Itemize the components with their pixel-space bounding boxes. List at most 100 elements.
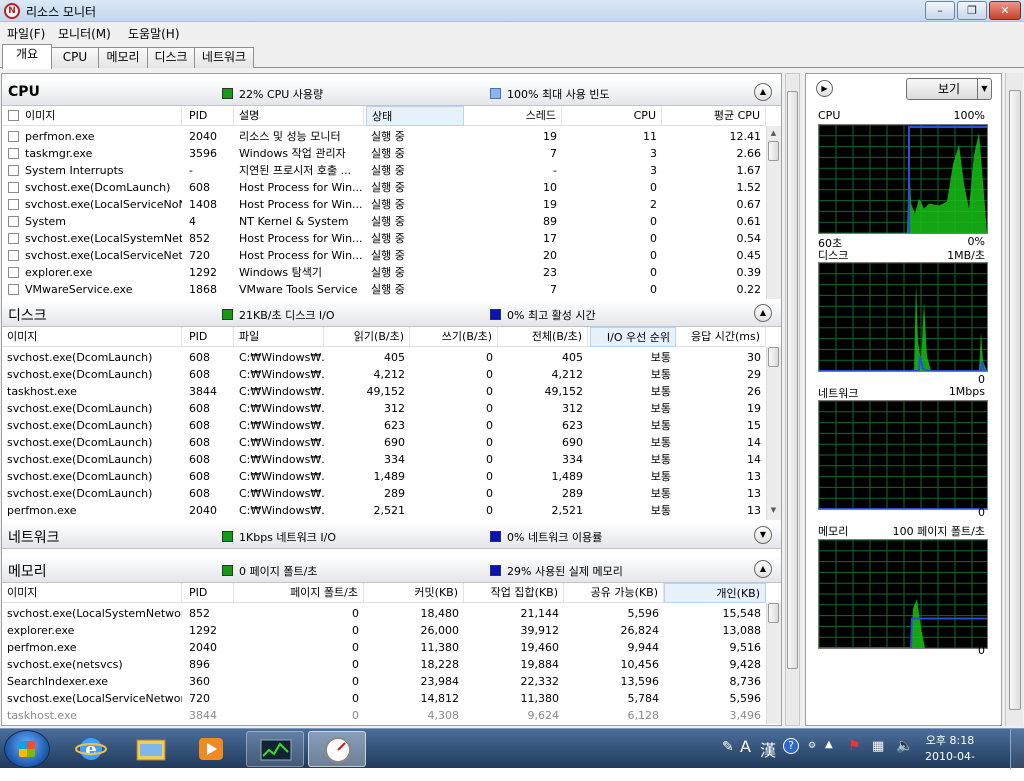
- taskbar-resource-monitor-icon[interactable]: [308, 731, 366, 767]
- tab-cpu[interactable]: CPU: [51, 47, 99, 68]
- cpu-col-pid[interactable]: PID: [184, 106, 234, 126]
- disk-collapse-chevron-up-icon[interactable]: ▲: [754, 304, 772, 322]
- disk-col-response-time[interactable]: 응답 시간(ms): [676, 327, 766, 347]
- memory-table-row[interactable]: SearchIndexer.exe 360 0 23,984 22,332 13,596 8…: [2, 673, 766, 690]
- cpu-table-row[interactable]: System 4 NT Kernel & System 실행 중 89 0 0.61: [2, 213, 766, 230]
- disk-col-write[interactable]: 쓰기(B/초): [410, 327, 498, 347]
- title-bar[interactable]: N 리소스 모니터 – ❐ ✕: [0, 0, 1024, 22]
- tab-overview[interactable]: 개요: [2, 44, 52, 69]
- cpu-col-threads[interactable]: 스레드: [464, 106, 562, 126]
- taskbar-explorer-folder-icon[interactable]: [122, 731, 180, 767]
- disk-table-row[interactable]: svchost.exe(DcomLaunch) 608 C:₩Windows₩...…: [2, 417, 766, 434]
- row-checkbox[interactable]: [8, 284, 19, 295]
- cpu-table-row[interactable]: svchost.exe(LocalServiceNetw... 720 Host P…: [2, 247, 766, 264]
- tab-disk[interactable]: 디스크: [147, 47, 195, 68]
- disk-table-row[interactable]: perfmon.exe 2040 C:₩Windows₩... 2,521 0 2,521…: [2, 502, 766, 519]
- volume-icon[interactable]: 🔈: [896, 738, 913, 754]
- cpu-table-row[interactable]: svchost.exe(LocalServiceNoN... 1408 Host P…: [2, 196, 766, 213]
- disk-col-io-priority[interactable]: I/O 우선 순위: [590, 327, 676, 347]
- disk-table-row[interactable]: svchost.exe(DcomLaunch) 608 C:₩Windows₩...…: [2, 451, 766, 468]
- taskbar-task-manager-icon[interactable]: [246, 731, 304, 767]
- cpu-scrollbar[interactable]: ▲: [766, 126, 781, 299]
- disk-scrollbar[interactable]: ▲ ▼: [766, 347, 781, 520]
- menu-file[interactable]: 파일(F): [7, 25, 45, 42]
- ime-options-icon[interactable]: ⚙: [808, 741, 816, 751]
- memory-table-row[interactable]: explorer.exe 1292 0 26,000 39,912 26,824 13,08…: [2, 622, 766, 639]
- memory-scrollbar[interactable]: ▲: [766, 603, 781, 724]
- memory-table-row[interactable]: taskhost.exe 3844 0 4,308 9,624 6,128 3,496: [2, 707, 766, 724]
- overview-scroll-thumb[interactable]: [787, 91, 798, 669]
- help-icon[interactable]: ?: [783, 738, 799, 754]
- network-status-icon[interactable]: ▦: [872, 739, 884, 754]
- cpu-col-cpu[interactable]: CPU: [562, 106, 662, 126]
- cpu-table-row[interactable]: svchost.exe(DcomLaunch) 608 Host Process f…: [2, 179, 766, 196]
- disk-col-total[interactable]: 전체(B/초): [498, 327, 588, 347]
- cpu-section-header[interactable]: CPU 22% CPU 사용량 100% 최대 사용 빈도 ▲: [2, 79, 781, 106]
- memory-col-pid[interactable]: PID: [184, 583, 234, 603]
- row-checkbox[interactable]: [8, 233, 19, 244]
- cpu-scroll-thumb[interactable]: [768, 141, 779, 161]
- overview-scrollbar[interactable]: [785, 73, 800, 726]
- network-expand-chevron-down-icon[interactable]: ▼: [754, 526, 772, 544]
- row-checkbox[interactable]: [8, 131, 19, 142]
- row-checkbox[interactable]: [8, 267, 19, 278]
- row-checkbox[interactable]: [8, 199, 19, 210]
- ime-hanja-icon[interactable]: 漢: [760, 737, 776, 761]
- cpu-col-avg-cpu[interactable]: 평균 CPU: [662, 106, 766, 126]
- cpu-table-row[interactable]: System Interrupts - 지연된 프로시저 호출 ... 실행 중 - 3 1…: [2, 162, 766, 179]
- disk-table-row[interactable]: taskhost.exe 3844 C:₩Windows₩... 49,152 0 49,…: [2, 383, 766, 400]
- menu-monitor[interactable]: 모니터(M): [58, 25, 111, 42]
- memory-collapse-chevron-up-icon[interactable]: ▲: [754, 560, 772, 578]
- memory-table-row[interactable]: svchost.exe(LocalSystemNetwork... 852 0 18,…: [2, 605, 766, 622]
- network-section-header[interactable]: 네트워크 1Kbps 네트워크 I/O 0% 네트워크 이용률 ▼: [2, 522, 781, 549]
- memory-col-hard-faults[interactable]: 페이지 폴트/초: [234, 583, 364, 603]
- disk-table-row[interactable]: svchost.exe(DcomLaunch) 608 C:₩Windows₩...…: [2, 349, 766, 366]
- show-hidden-icons-icon[interactable]: ▲: [825, 739, 833, 750]
- view-button[interactable]: 보기 ▼: [906, 78, 992, 100]
- disk-col-pid[interactable]: PID: [184, 327, 234, 347]
- menu-help[interactable]: 도움말(H): [128, 25, 180, 42]
- disk-col-image[interactable]: 이미지: [2, 327, 182, 347]
- cpu-col-description[interactable]: 설명: [234, 106, 364, 126]
- cpu-table-row[interactable]: taskmgr.exe 3596 Windows 작업 관리자 실행 중 7 3 2.66: [2, 145, 766, 162]
- maximize-button[interactable]: ❐: [957, 1, 987, 20]
- action-center-flag-icon[interactable]: ⚑: [848, 738, 861, 754]
- scroll-up-arrow-icon[interactable]: ▲: [767, 126, 780, 141]
- taskbar-internet-explorer-icon[interactable]: e: [62, 731, 120, 767]
- memory-table-row[interactable]: svchost.exe(netsvcs) 896 0 18,228 19,884 10,4…: [2, 656, 766, 673]
- tab-network[interactable]: 네트워크: [194, 47, 254, 68]
- disk-table-row[interactable]: svchost.exe(DcomLaunch) 608 C:₩Windows₩...…: [2, 434, 766, 451]
- close-button[interactable]: ✕: [989, 1, 1021, 20]
- cpu-collapse-chevron-up-icon[interactable]: ▲: [754, 83, 772, 101]
- memory-col-image[interactable]: 이미지: [2, 583, 182, 603]
- row-checkbox[interactable]: [8, 182, 19, 193]
- cpu-table-row[interactable]: svchost.exe(LocalSystemNetw... 852 Host Pr…: [2, 230, 766, 247]
- cpu-col-status[interactable]: 상태: [366, 106, 464, 126]
- cpu-table-row[interactable]: perfmon.exe 2040 리소스 및 성능 모니터 실행 중 19 11 12.41: [2, 128, 766, 145]
- disk-scroll-thumb[interactable]: [768, 347, 779, 367]
- disk-table-row[interactable]: svchost.exe(DcomLaunch) 608 C:₩Windows₩...…: [2, 400, 766, 417]
- view-dropdown-arrow-icon[interactable]: ▼: [977, 79, 991, 99]
- memory-col-private[interactable]: 개인(KB): [664, 583, 766, 603]
- ime-alpha-icon[interactable]: A: [740, 737, 751, 756]
- disk-table-row[interactable]: svchost.exe(DcomLaunch) 608 C:₩Windows₩...…: [2, 468, 766, 485]
- cpu-table-row[interactable]: explorer.exe 1292 Windows 탐색기 실행 중 23 0 0.39: [2, 264, 766, 281]
- memory-section-header[interactable]: 메모리 0 페이지 폴트/초 29% 사용된 실제 메모리 ▲: [2, 556, 781, 583]
- row-checkbox[interactable]: [8, 165, 19, 176]
- memory-scroll-thumb[interactable]: [768, 603, 779, 623]
- minimize-button[interactable]: –: [925, 1, 955, 20]
- memory-col-working-set[interactable]: 작업 집합(KB): [464, 583, 564, 603]
- row-checkbox[interactable]: [8, 148, 19, 159]
- memory-col-commit[interactable]: 커밋(KB): [364, 583, 464, 603]
- disk-table-row[interactable]: svchost.exe(DcomLaunch) 608 C:₩Windows₩...…: [2, 485, 766, 502]
- memory-table-row[interactable]: perfmon.exe 2040 0 11,380 19,460 9,944 9,516: [2, 639, 766, 656]
- start-windows-icon[interactable]: [4, 730, 50, 768]
- disk-section-header[interactable]: 디스크 21KB/초 디스크 I/O 0% 최고 활성 시간 ▲: [2, 300, 781, 327]
- scroll-down-arrow-icon[interactable]: ▼: [767, 503, 780, 518]
- disk-table-row[interactable]: svchost.exe(DcomLaunch) 608 C:₩Windows₩...…: [2, 366, 766, 383]
- panel-toggle-chevron-right-icon[interactable]: ▶: [816, 80, 833, 97]
- clock[interactable]: 오후 8:18 2010-04-20: [920, 733, 980, 781]
- show-desktop-button[interactable]: [1010, 729, 1024, 769]
- cpu-select-all-checkbox[interactable]: [8, 110, 19, 121]
- window-scroll-thumb[interactable]: [1009, 90, 1021, 710]
